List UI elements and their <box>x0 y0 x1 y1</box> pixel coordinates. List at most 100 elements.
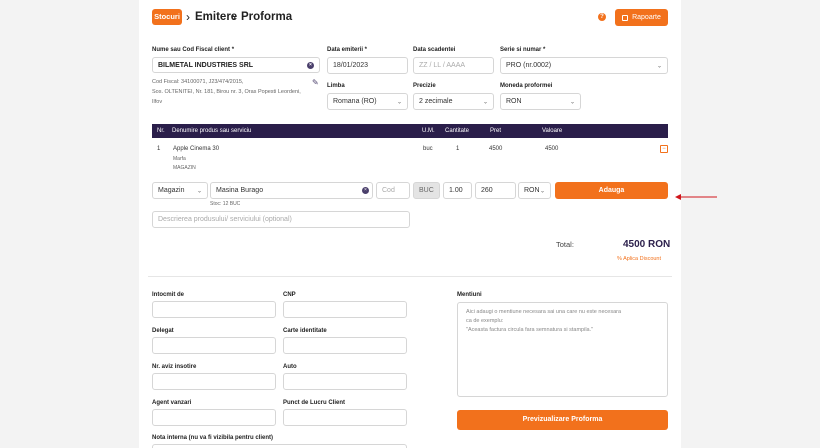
mentions-label: Mentiuni <box>457 292 482 298</box>
add-product-button[interactable]: Adauga <box>555 182 668 199</box>
row-sub2: MAGAZIN <box>173 165 196 171</box>
total-label: Total: <box>556 240 574 249</box>
preview-proforma-button[interactable]: Previzualizare Proforma <box>457 410 668 430</box>
code-input[interactable]: Cod <box>376 182 410 199</box>
chevron-down-icon: ⌄ <box>482 99 488 105</box>
cnp-label: CNP <box>283 292 296 298</box>
delete-row-icon[interactable]: − <box>660 145 668 153</box>
issue-date-input[interactable]: 18/01/2023 <box>327 57 408 74</box>
currency-value: RON <box>506 98 522 105</box>
series-select[interactable]: PRO (nr.0002) ⌄ <box>500 57 668 74</box>
description-placeholder: Descrierea produsului/ serviciului (opti… <box>158 216 292 223</box>
chevron-down-icon: ⌄ <box>396 99 402 105</box>
edit-client-icon[interactable]: ✎ <box>312 78 319 87</box>
language-select[interactable]: Romana (RO) ⌄ <box>327 93 408 110</box>
chevron-down-icon: ⌄ <box>539 188 545 194</box>
agent-input[interactable] <box>152 409 276 426</box>
series-label: Serie si numar * <box>500 47 546 53</box>
col-price: Pret <box>490 128 502 134</box>
code-placeholder: Cod <box>382 187 395 194</box>
language-label: Limba <box>327 83 345 89</box>
clear-client-icon[interactable]: × <box>307 62 314 69</box>
language-value: Romana (RO) <box>333 98 377 105</box>
row-nr: 1 <box>157 146 161 152</box>
red-arrow-annotation <box>675 187 717 200</box>
product-value: Masina Burago <box>216 187 264 194</box>
issue-date-label: Data emiterii * <box>327 47 368 53</box>
clear-product-icon[interactable]: × <box>362 187 369 194</box>
row-currency-select[interactable]: RON ⌄ <box>518 182 551 199</box>
col-name: Denumire produs sau serviciu <box>172 128 252 134</box>
chart-icon <box>622 14 629 21</box>
section-divider <box>148 276 672 277</box>
description-input[interactable]: Descrierea produsului/ serviciului (opti… <box>152 211 410 228</box>
auto-label: Auto <box>283 364 297 370</box>
delegate-input[interactable] <box>152 337 276 354</box>
client-info-line3: Ilfov <box>152 99 163 105</box>
agent-label: Agent vanzari <box>152 400 192 406</box>
um-field: BUC <box>413 182 440 199</box>
client-value: BILMETAL INDUSTRIES SRL <box>158 61 254 69</box>
row-um: buc <box>423 146 433 152</box>
page-title: Proforma <box>241 11 293 23</box>
total-value: 4500 RON <box>623 239 671 250</box>
col-nr: Nr. <box>157 128 165 134</box>
price-value: 260 <box>481 187 493 194</box>
row-currency-value: RON <box>524 187 540 194</box>
due-date-label: Data scadentei <box>413 47 456 53</box>
delegate-label: Delegat <box>152 328 174 334</box>
precision-label: Precizie <box>413 83 436 89</box>
client-info-line2: Sos. OLTENITEI, Nr. 181, Birou nr. 3, Or… <box>152 89 301 95</box>
apply-discount-link[interactable]: % Aplica Discount <box>617 256 661 262</box>
workpoint-label: Punct de Lucru Client <box>283 400 346 406</box>
col-qty: Cantitate <box>445 128 470 134</box>
breadcrumb-stocuri[interactable]: Stocuri <box>152 9 182 25</box>
internal-note-label: Nota interna (nu va fi vizibila pentru c… <box>152 435 274 441</box>
breadcrumb-separator: › <box>232 10 236 24</box>
precision-value: 2 zecimale <box>419 98 453 105</box>
client-label: Nume sau Cod Fiscal client * <box>152 47 235 53</box>
breadcrumb-emitere[interactable]: Emitere <box>195 11 237 23</box>
client-input[interactable]: BILMETAL INDUSTRIES SRL × <box>152 57 320 73</box>
issued-by-label: Intocmit de <box>152 292 185 298</box>
row-sub1: Marfa <box>173 156 186 162</box>
reports-label: Rapoarte <box>632 14 661 21</box>
notice-input[interactable] <box>152 373 276 390</box>
mentions-placeholder-2: ca de exemplu: <box>466 318 504 324</box>
mentions-textarea[interactable]: Aici adaugi o mentiune necesara sai una … <box>457 302 668 397</box>
currency-select[interactable]: RON ⌄ <box>500 93 581 110</box>
workpoint-input[interactable] <box>283 409 407 426</box>
qty-input[interactable]: 1.00 <box>443 182 472 199</box>
due-date-input[interactable]: ZZ / LL / AAAA <box>413 57 494 74</box>
breadcrumb-separator: › <box>186 10 190 24</box>
col-um: U.M. <box>422 128 435 134</box>
product-input[interactable]: Masina Burago × <box>210 182 373 199</box>
chevron-down-icon: ⌄ <box>196 188 202 194</box>
auto-input[interactable] <box>283 373 407 390</box>
client-info-line1: Cod Fiscal: 34100071, J23/474/2015, <box>152 79 244 85</box>
mentions-placeholder-1: Aici adaugi o mentiune necesara sai una … <box>466 309 622 315</box>
cnp-input[interactable] <box>283 301 407 318</box>
issue-date-value: 18/01/2023 <box>333 62 369 69</box>
products-table-header: Nr. Denumire produs sau serviciu U.M. Ca… <box>152 124 668 138</box>
row-price: 4500 <box>489 146 503 152</box>
qty-value: 1.00 <box>449 187 463 194</box>
chevron-down-icon: ⌄ <box>656 63 662 69</box>
chevron-down-icon: ⌄ <box>569 99 575 105</box>
internal-note-input[interactable] <box>152 444 407 448</box>
row-name: Apple Cinema 30 <box>173 146 220 152</box>
warehouse-select[interactable]: Magazin ⌄ <box>152 182 208 199</box>
notice-label: Nr. aviz insotire <box>152 364 197 370</box>
warehouse-value: Magazin <box>158 187 185 194</box>
reports-button[interactable]: Rapoarte <box>615 9 668 26</box>
col-value: Valoare <box>542 128 563 134</box>
series-value: PRO (nr.0002) <box>506 62 552 69</box>
row-qty: 1 <box>456 146 460 152</box>
um-value: BUC <box>419 187 434 194</box>
precision-select[interactable]: 2 zecimale ⌄ <box>413 93 494 110</box>
stock-note: Stoc: 12 BUC <box>210 201 241 207</box>
id-card-input[interactable] <box>283 337 407 354</box>
help-icon[interactable]: ? <box>598 13 606 21</box>
price-input[interactable]: 260 <box>475 182 516 199</box>
issued-by-input[interactable] <box>152 301 276 318</box>
